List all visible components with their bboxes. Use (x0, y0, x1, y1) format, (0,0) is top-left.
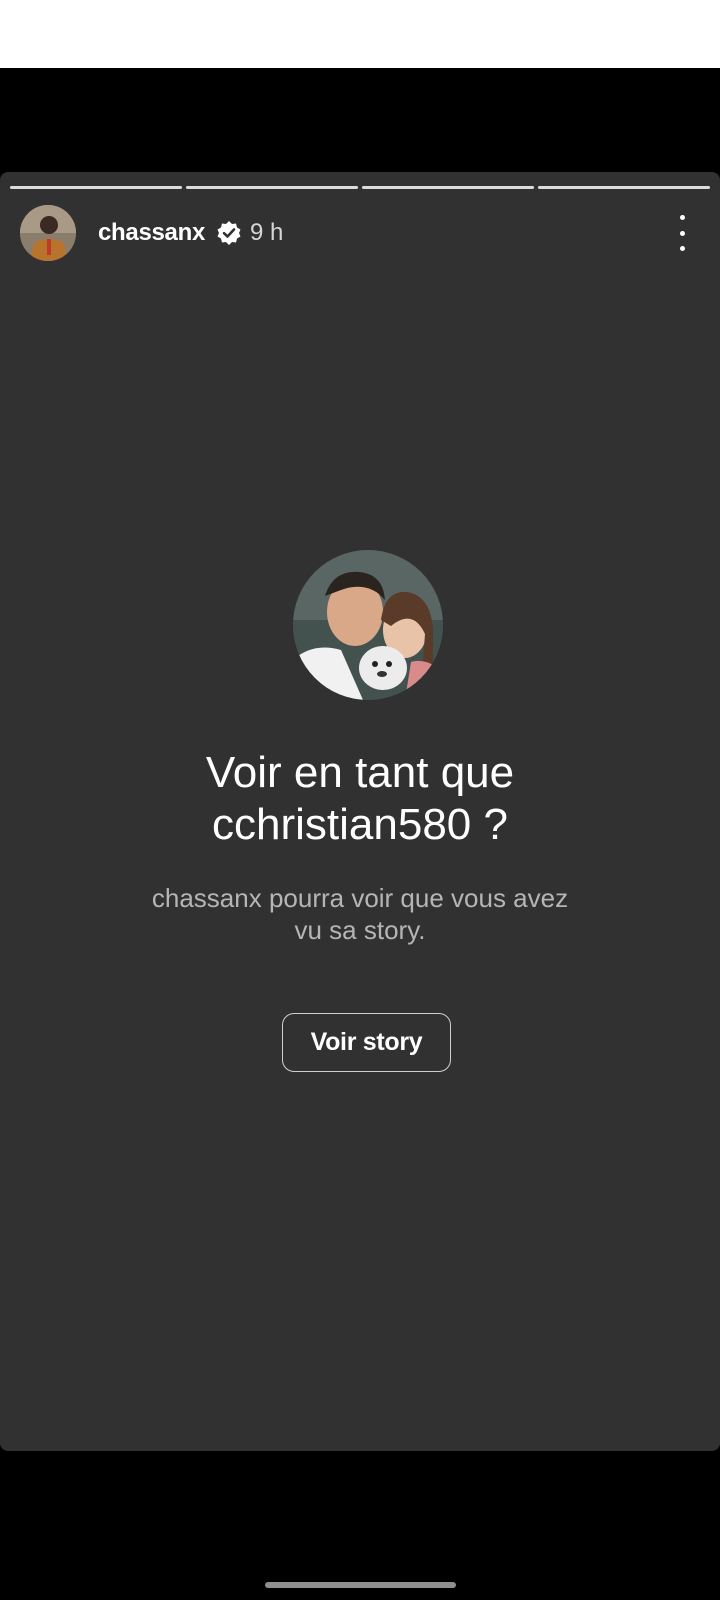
view-story-button[interactable]: Voir story (282, 1013, 451, 1072)
view-as-title: Voir en tant que cchristian580 ? (60, 747, 660, 851)
verified-badge-icon (217, 221, 241, 245)
view-as-title-line2: cchristian580 ? (212, 800, 508, 849)
account-avatar (293, 550, 443, 700)
story-viewer[interactable]: chassanx 9 h Voir en tant que cchristian… (0, 172, 720, 1451)
story-header: chassanx 9 h (20, 205, 710, 261)
status-bar (0, 0, 720, 68)
progress-segment (186, 186, 358, 189)
progress-fill (538, 186, 710, 189)
progress-segment (362, 186, 534, 189)
progress-segment (10, 186, 182, 189)
home-indicator[interactable] (265, 1582, 456, 1588)
author-avatar[interactable] (20, 205, 76, 261)
story-timestamp: 9 h (250, 219, 284, 246)
view-as-subtitle: chassanx pourra voir que vous avez vu sa… (110, 882, 610, 946)
more-vertical-icon[interactable] (672, 215, 692, 251)
story-progress-bar (10, 186, 710, 189)
author-username[interactable]: chassanx (98, 219, 205, 247)
progress-fill (362, 186, 534, 189)
progress-fill (10, 186, 182, 189)
progress-fill (186, 186, 358, 189)
progress-segment (538, 186, 710, 189)
view-as-subtitle-line2: vu sa story. (294, 915, 426, 945)
view-as-subtitle-line1: chassanx pourra voir que vous avez (151, 883, 569, 913)
view-as-title-line1: Voir en tant que (205, 748, 515, 797)
